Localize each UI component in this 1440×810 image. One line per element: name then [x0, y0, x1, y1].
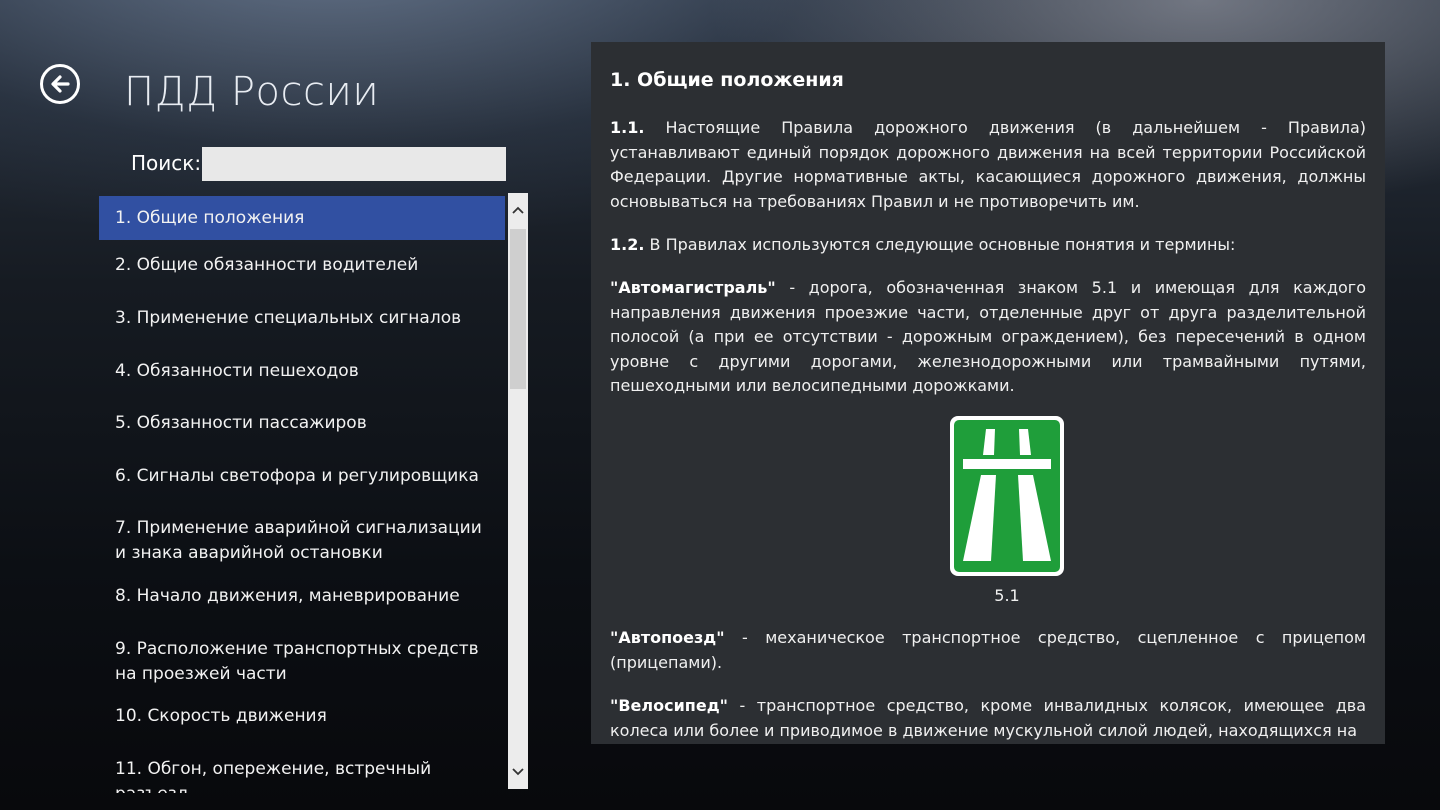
- toc-item-9[interactable]: 9. Расположение транспортных средств на …: [99, 637, 505, 687]
- chevron-down-icon: [512, 768, 524, 776]
- paragraph-1-2: 1.2. В Правилах используются следующие о…: [610, 233, 1366, 258]
- toc-item-label: 8. Начало движения, маневрирование: [115, 586, 460, 606]
- page-title: ПДД России: [124, 69, 380, 115]
- toc-item-3[interactable]: 3. Применение специальных сигналов: [99, 306, 505, 331]
- toc-item-label: 2. Общие обязанности водителей: [115, 255, 419, 275]
- paragraph-text: В Правилах используются следующие основн…: [644, 235, 1236, 254]
- paragraph-number: 1.2.: [610, 235, 645, 254]
- term: "Велосипед": [610, 696, 728, 715]
- toc-item-8[interactable]: 8. Начало движения, маневрирование: [99, 584, 505, 609]
- paragraph-number: 1.1.: [610, 118, 645, 137]
- scroll-up-button[interactable]: [508, 193, 528, 227]
- sign-caption: 5.1: [994, 586, 1020, 605]
- toc-item-5[interactable]: 5. Обязанности пассажиров: [99, 411, 505, 436]
- arrow-left-icon: [51, 75, 70, 93]
- chevron-up-icon: [512, 206, 524, 214]
- toc-item-7[interactable]: 7. Применение аварийной сигнализации и з…: [99, 516, 505, 566]
- paragraph-1-1: 1.1. Настоящие Правила дорожного движени…: [610, 116, 1366, 214]
- toc-item-label: 5. Обязанности пассажиров: [115, 413, 367, 433]
- scroll-thumb[interactable]: [510, 229, 526, 389]
- search-label: Поиск:: [131, 151, 202, 175]
- definition-velosiped: "Велосипед" - транспортное средство, кро…: [610, 694, 1366, 743]
- scroll-down-button[interactable]: [508, 755, 528, 789]
- toc-item-2[interactable]: 2. Общие обязанности водителей: [99, 253, 505, 278]
- road-sign-5-1-icon: [950, 416, 1064, 576]
- toc-item-6[interactable]: 6. Сигналы светофора и регулировщика: [99, 464, 505, 489]
- paragraph-text: Настоящие Правила дорожного движения (в …: [610, 118, 1366, 211]
- toc-item-1[interactable]: 1. Общие положения: [99, 196, 505, 240]
- toc-item-label: 4. Обязанности пешеходов: [115, 361, 359, 381]
- toc-item-label: 3. Применение специальных сигналов: [115, 308, 462, 328]
- toc-item-label: 11. Обгон, опережение, встречный разъезд: [115, 759, 432, 793]
- section-title: 1. Общие положения: [610, 69, 844, 91]
- toc-item-label: 6. Сигналы светофора и регулировщика: [115, 466, 479, 486]
- toc-item-10[interactable]: 10. Скорость движения: [99, 704, 505, 729]
- content-panel[interactable]: 1. Общие положения 1.1. Настоящие Правил…: [591, 42, 1385, 744]
- toc-item-label: 1. Общие положения: [115, 207, 305, 228]
- definition-avtopoezd: "Автопоезд" - механическое транспортное …: [610, 626, 1366, 675]
- toc-item-label: 10. Скорость движения: [115, 706, 327, 726]
- toc-item-4[interactable]: 4. Обязанности пешеходов: [99, 359, 505, 384]
- toc-item-11[interactable]: 11. Обгон, опережение, встречный разъезд: [99, 757, 505, 793]
- toc-list: 1. Общие положения 2. Общие обязанности …: [99, 193, 505, 793]
- search-input[interactable]: [202, 147, 506, 181]
- toc-item-label: 7. Применение аварийной сигнализации и з…: [115, 518, 482, 563]
- term: "Автомагистраль": [610, 278, 776, 297]
- back-button[interactable]: [40, 64, 80, 104]
- term: "Автопоезд": [610, 628, 725, 647]
- toc-item-label: 9. Расположение транспортных средств на …: [115, 639, 479, 684]
- toc-scrollbar[interactable]: [508, 193, 528, 789]
- definition-avtomagistral: "Автомагистраль" - дорога, обозначенная …: [610, 276, 1366, 399]
